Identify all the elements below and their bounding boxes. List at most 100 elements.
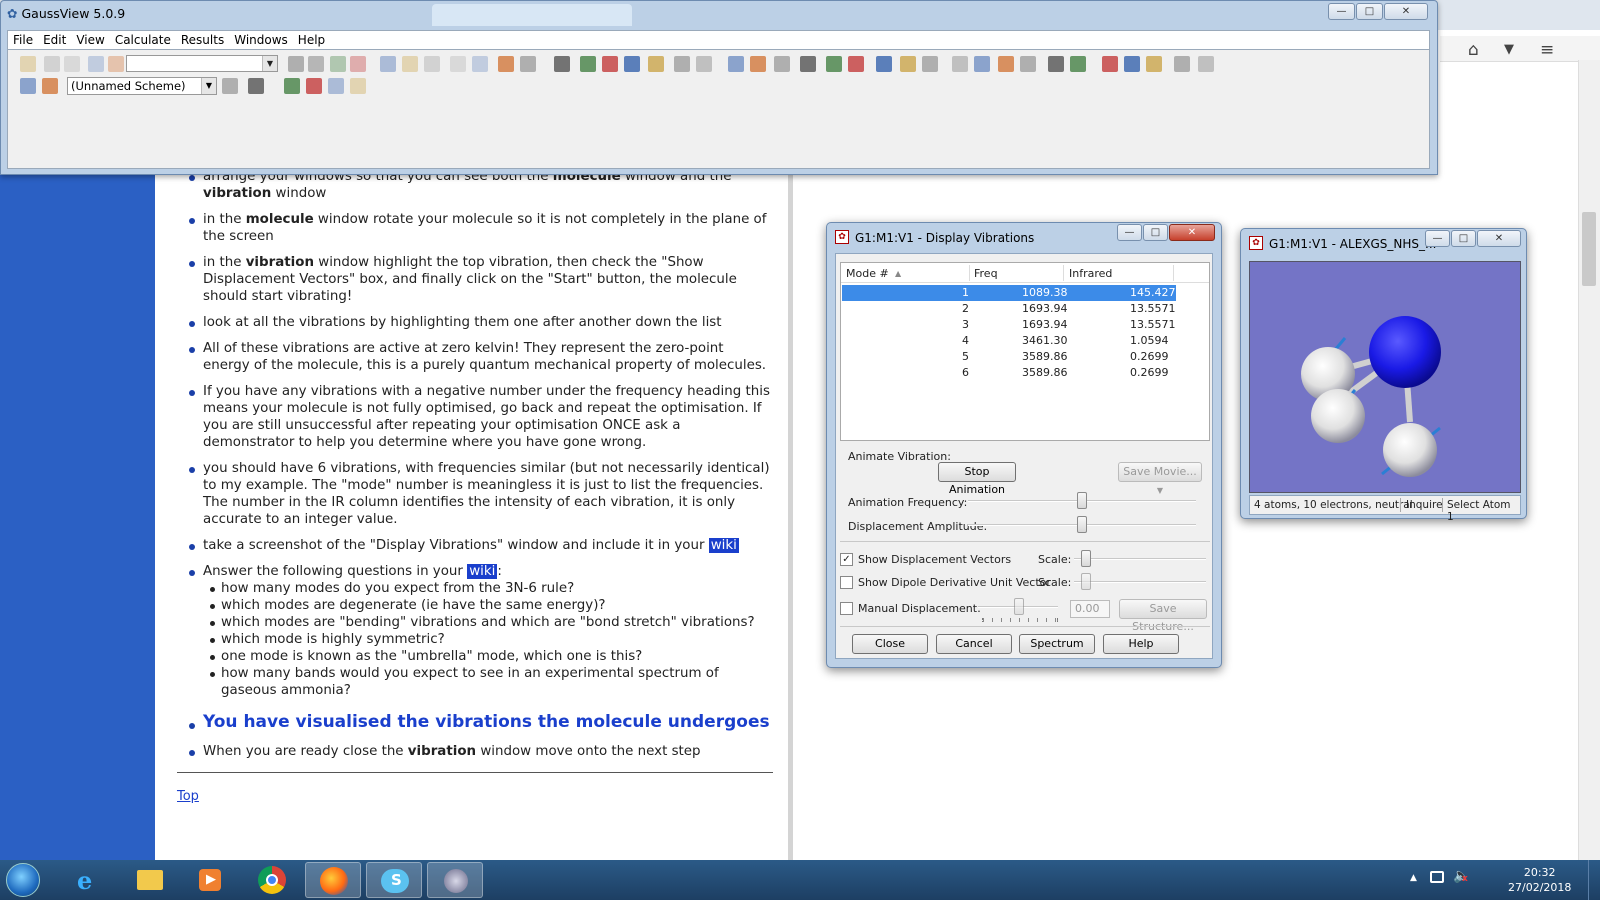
toolbar-button-icon[interactable] — [450, 56, 466, 72]
vibration-row[interactable]: 3 1693.94 13.5571 — [842, 317, 1176, 333]
toolbar-button-icon[interactable] — [520, 56, 536, 72]
minimize-button[interactable]: — — [1117, 224, 1142, 241]
dipole-scale-slider[interactable] — [1081, 573, 1091, 590]
skype-icon[interactable]: S — [366, 862, 422, 898]
start-orb[interactable] — [6, 863, 40, 897]
toolbar-button-icon[interactable] — [1198, 56, 1214, 72]
network-icon[interactable] — [1430, 871, 1444, 883]
hydrogen-atom[interactable] — [1383, 423, 1437, 477]
toolbar-button-icon[interactable] — [64, 56, 80, 72]
maximize-button[interactable]: □ — [1451, 230, 1476, 247]
manual-displacement-slider[interactable] — [1014, 598, 1024, 615]
toolbar-button-icon[interactable] — [402, 56, 418, 72]
toolbar-button-icon[interactable] — [424, 56, 440, 72]
toolbar-button-icon[interactable] — [696, 56, 712, 72]
menu-help[interactable]: Help — [293, 31, 330, 47]
vibration-row[interactable]: 4 3461.30 1.0594 — [842, 333, 1176, 349]
menu-results[interactable]: Results — [176, 31, 229, 47]
toolbar-button-icon[interactable] — [288, 56, 304, 72]
toolbar-button-icon[interactable] — [1174, 56, 1190, 72]
toolbar-button-icon[interactable] — [350, 78, 366, 94]
vector-scale-slider[interactable] — [1081, 550, 1091, 567]
toolbar-button-icon[interactable] — [554, 56, 570, 72]
minimize-button[interactable]: — — [1425, 230, 1450, 247]
displacement-amplitude-slider[interactable] — [1077, 516, 1087, 533]
toolbar-button-icon[interactable] — [330, 56, 346, 72]
show-vectors-checkbox[interactable]: ✓ — [840, 553, 853, 566]
toolbar-button-icon[interactable] — [308, 56, 324, 72]
toolbar-button-icon[interactable] — [472, 56, 488, 72]
toolbar-button-icon[interactable] — [774, 56, 790, 72]
toolbar-button-icon[interactable] — [1070, 56, 1086, 72]
menu-calculate[interactable]: Calculate — [110, 31, 176, 47]
maximize-button[interactable]: □ — [1143, 224, 1168, 241]
element-combo[interactable]: ▼ — [126, 55, 278, 72]
spectrum-button[interactable]: Spectrum — [1019, 634, 1095, 654]
toolbar-button-icon[interactable] — [88, 56, 104, 72]
close-button[interactable]: ✕ — [1477, 230, 1521, 247]
toolbar-button-icon[interactable] — [306, 78, 322, 94]
home-icon[interactable]: ⌂ — [1468, 40, 1479, 60]
internet-explorer-icon[interactable]: e — [61, 862, 117, 898]
vibration-row[interactable]: 2 1693.94 13.5571 — [842, 301, 1176, 317]
molecule-viewport[interactable] — [1249, 261, 1521, 493]
toolbar-button-icon[interactable] — [826, 56, 842, 72]
toolbar-button-icon[interactable] — [952, 56, 968, 72]
show-desktop-button[interactable] — [1588, 860, 1600, 900]
toolbar-button-icon[interactable] — [350, 56, 366, 72]
close-button[interactable]: ✕ — [1169, 224, 1215, 241]
toolbar-button-icon[interactable] — [848, 56, 864, 72]
toolbar-button-icon[interactable] — [674, 56, 690, 72]
column-mode[interactable]: Mode # — [846, 267, 889, 280]
toolbar-button-icon[interactable] — [380, 56, 396, 72]
toolbar-button-icon[interactable] — [580, 56, 596, 72]
scheme-select[interactable]: (Unnamed Scheme) ▼ — [67, 77, 217, 95]
menu-edit[interactable]: Edit — [38, 31, 71, 47]
manual-displacement-checkbox[interactable] — [840, 602, 853, 615]
system-clock[interactable]: 20:32 27/02/2018 — [1508, 865, 1571, 895]
vibration-row[interactable]: 6 3589.86 0.2699 — [842, 365, 1176, 381]
toolbar-button-icon[interactable] — [1020, 56, 1036, 72]
toolbar-button-icon[interactable] — [998, 56, 1014, 72]
toolbar-button-icon[interactable] — [624, 56, 640, 72]
toolbar-button-icon[interactable] — [1048, 56, 1064, 72]
vibrations-table[interactable]: Mode # ▲ Freq Infrared 1 1089.38 145.4275 2… — [840, 262, 1210, 441]
toolbar-button-icon[interactable] — [44, 56, 60, 72]
menu-windows[interactable]: Windows — [229, 31, 293, 47]
wiki-link[interactable]: wiki — [708, 538, 739, 553]
save-structure-button[interactable]: Save Structure... — [1119, 599, 1207, 633]
toolbar-button-icon[interactable] — [108, 56, 124, 72]
save-movie-button[interactable]: Save Movie... ▼ — [1118, 462, 1202, 495]
close-button[interactable]: ✕ — [1384, 3, 1428, 20]
toolbar-button-icon[interactable] — [20, 56, 36, 72]
toolbar-button-icon[interactable] — [248, 78, 264, 94]
scrollbar-thumb[interactable] — [1582, 212, 1596, 286]
toolbar-button-icon[interactable] — [1124, 56, 1140, 72]
toolbar-button-icon[interactable] — [648, 56, 664, 72]
menu-file[interactable]: File — [8, 31, 38, 47]
media-player-icon[interactable]: ▶ — [183, 862, 239, 898]
firefox-icon[interactable] — [305, 862, 361, 898]
hydrogen-atom[interactable] — [1311, 389, 1365, 443]
toolbar-button-icon[interactable] — [728, 56, 744, 72]
toolbar-button-icon[interactable] — [42, 78, 58, 94]
column-infrared[interactable]: Infrared — [1069, 267, 1112, 280]
close-dialog-button[interactable]: Close — [852, 634, 928, 654]
toolbar-button-icon[interactable] — [900, 56, 916, 72]
toolbar-button-icon[interactable] — [1102, 56, 1118, 72]
toolbar-button-icon[interactable] — [498, 56, 514, 72]
animation-frequency-slider[interactable] — [1077, 492, 1087, 509]
maximize-button[interactable]: □ — [1356, 3, 1383, 20]
minimize-button[interactable]: — — [1328, 3, 1355, 20]
pocket-icon[interactable]: ▼ — [1504, 42, 1514, 57]
vibration-row[interactable]: 1 1089.38 145.4275 — [842, 285, 1183, 301]
show-dipole-checkbox[interactable] — [840, 576, 853, 589]
wiki-link[interactable]: wiki — [467, 564, 498, 579]
file-explorer-icon[interactable] — [122, 862, 178, 898]
toolbar-button-icon[interactable] — [1146, 56, 1162, 72]
toolbar-button-icon[interactable] — [284, 78, 300, 94]
toolbar-button-icon[interactable] — [876, 56, 892, 72]
menu-view[interactable]: View — [71, 31, 109, 47]
top-link[interactable]: Top — [177, 789, 199, 804]
toolbar-button-icon[interactable] — [922, 56, 938, 72]
